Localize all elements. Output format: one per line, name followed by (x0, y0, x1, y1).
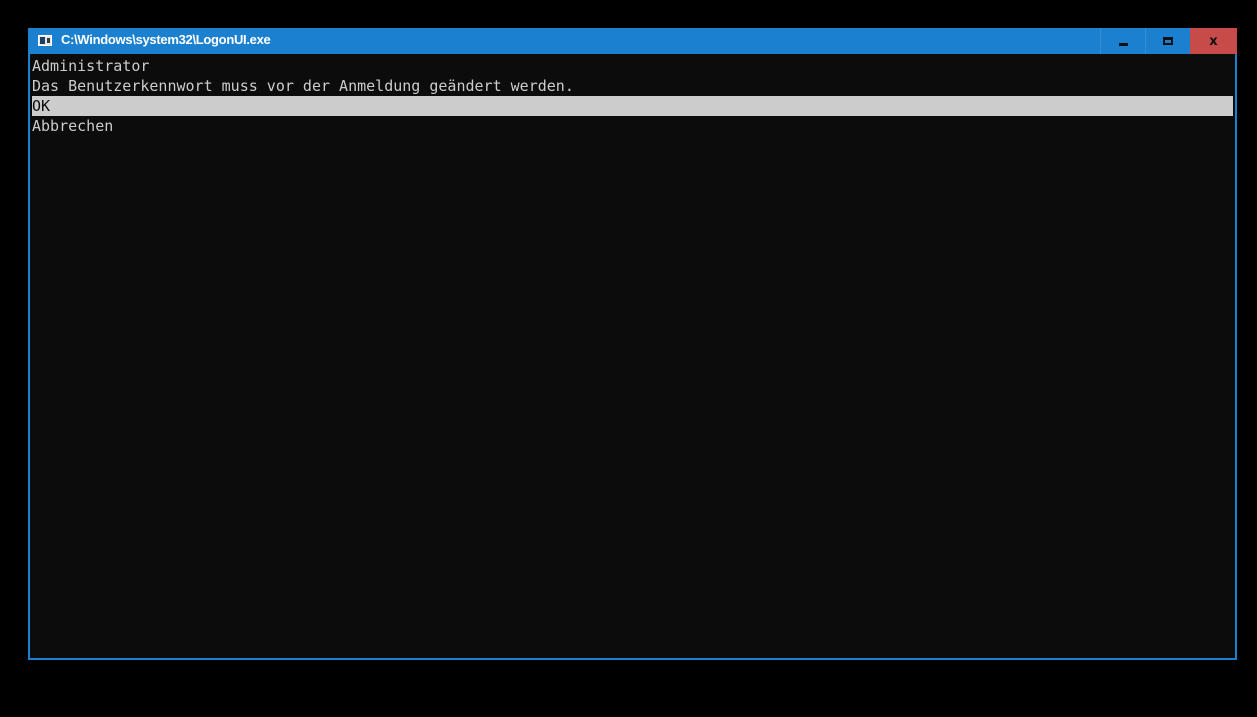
minimize-icon (1118, 43, 1128, 46)
console-window-icon[interactable] (38, 35, 52, 46)
title-bar[interactable]: C:\Windows\system32\LogonUI.exe x (28, 28, 1237, 54)
message-line: Das Benutzerkennwort muss vor der Anmeld… (32, 77, 574, 95)
console-output: Administrator Das Benutzerkennwort muss … (32, 56, 1233, 136)
minimize-button[interactable] (1100, 28, 1145, 54)
logonui-console-window: C:\Windows\system32\LogonUI.exe x Admini… (28, 28, 1237, 660)
username-line: Administrator (32, 57, 150, 75)
close-icon: x (1209, 33, 1218, 49)
maximize-icon (1163, 37, 1173, 45)
window-title: C:\Windows\system32\LogonUI.exe (61, 32, 271, 47)
option-ok[interactable]: OK (32, 96, 1233, 116)
maximize-button[interactable] (1145, 28, 1190, 54)
option-abbrechen[interactable]: Abbrechen (32, 116, 1233, 136)
close-button[interactable]: x (1190, 28, 1237, 54)
